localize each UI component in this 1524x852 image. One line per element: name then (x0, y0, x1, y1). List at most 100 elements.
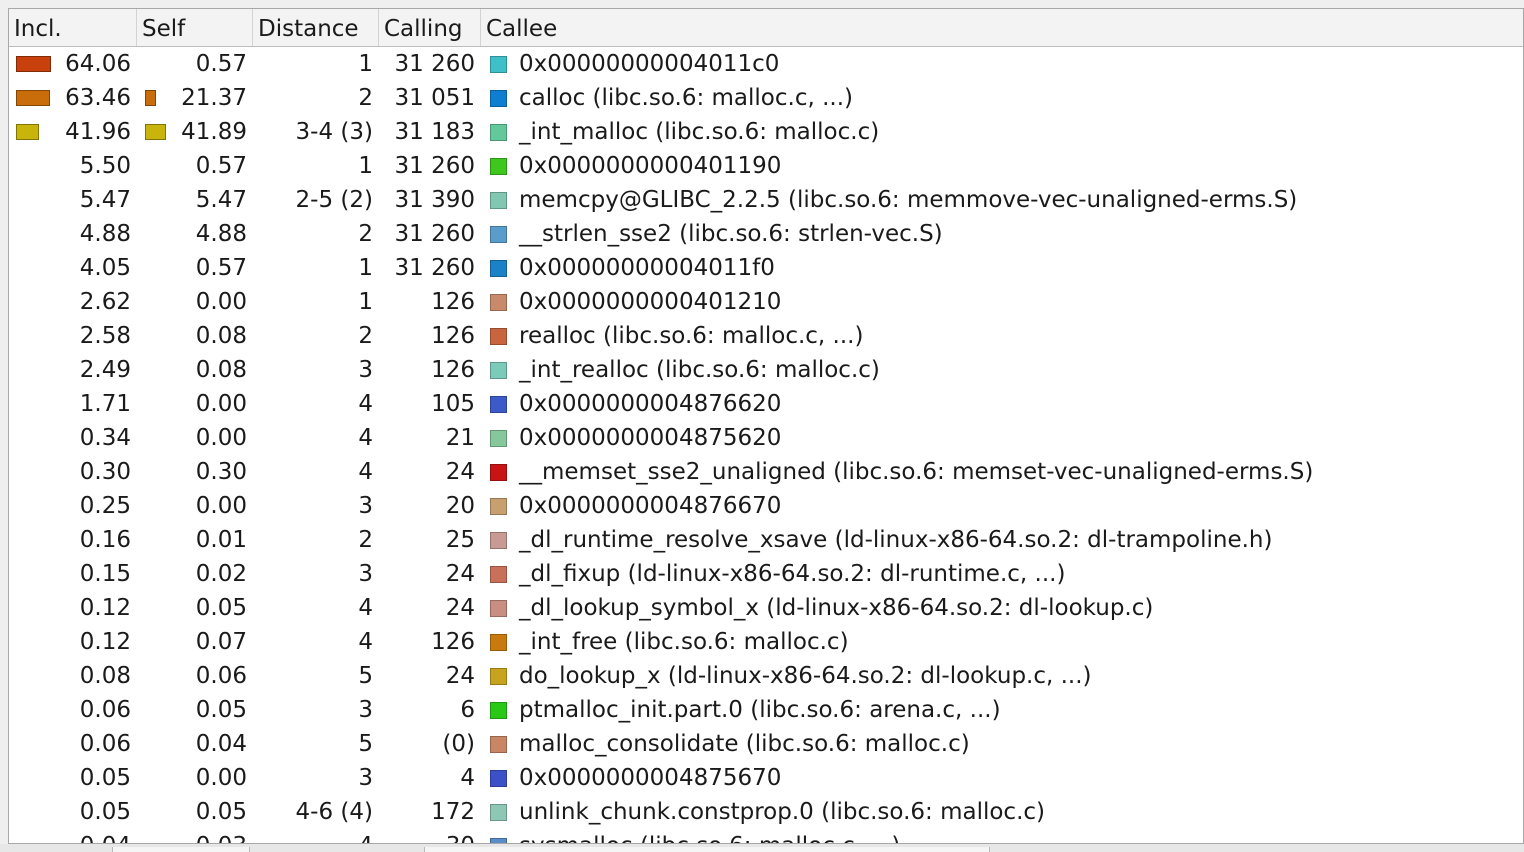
incl-value: 0.30 (79, 459, 131, 485)
function-color-icon (490, 260, 507, 277)
distance-cell: 2 (253, 81, 379, 115)
incl-value: 5.50 (79, 153, 131, 179)
table-row[interactable]: 5.47 5.47 2-5 (2) 31 390 memcpy@GLIBC_2.2.5 … (9, 183, 1523, 217)
incl-value: 2.49 (79, 357, 131, 383)
callee-cell: _dl_runtime_resolve_xsave (ld-linux-x86-… (481, 523, 1523, 557)
tab-edge[interactable] (112, 847, 250, 852)
table-row[interactable]: 0.15 0.02 3 24 _dl_fixup (ld-linux-x86-64.so… (9, 557, 1523, 591)
calling-cell: 21 (379, 421, 481, 455)
table-row[interactable]: 0.30 0.30 4 24 __memset_sse2_unaligned (libc… (9, 455, 1523, 489)
calling-value: 31 051 (394, 85, 475, 111)
distance-value: 4 (358, 425, 373, 451)
distance-cell: 4 (253, 625, 379, 659)
calling-cell: (0) (379, 727, 481, 761)
calling-cell: 126 (379, 353, 481, 387)
self-cell: 0.00 (137, 421, 253, 455)
function-color-icon (490, 328, 507, 345)
distance-value: 5 (358, 731, 373, 757)
self-cell: 0.02 (137, 557, 253, 591)
column-header-calling[interactable]: Calling (379, 9, 481, 46)
callee-cell: calloc (libc.so.6: malloc.c, ...) (481, 81, 1523, 115)
column-header-incl[interactable]: Incl. (9, 9, 137, 46)
tab-edge[interactable] (424, 847, 990, 852)
calling-value: 105 (431, 391, 475, 417)
table-row[interactable]: 5.50 0.57 1 31 260 0x0000000000401190 (9, 149, 1523, 183)
table-row[interactable]: 64.06 0.57 1 31 260 0x00000000004011c0 (9, 47, 1523, 81)
table-row[interactable]: 0.08 0.06 5 24 do_lookup_x (ld-linux-x86-64.… (9, 659, 1523, 693)
table-row[interactable]: 0.12 0.05 4 24 _dl_lookup_symbol_x (ld-linux… (9, 591, 1523, 625)
calling-value: 30 (446, 829, 475, 843)
distance-cell: 4 (253, 455, 379, 489)
table-row[interactable]: 41.96 41.89 3-4 (3) 31 183 _int_malloc (libc… (9, 115, 1523, 149)
callee-name: 0x00000000004011c0 (519, 51, 780, 77)
incl-value: 63.46 (65, 85, 131, 111)
self-cell: 0.00 (137, 489, 253, 523)
table-row[interactable]: 2.62 0.00 1 126 0x0000000000401210 (9, 285, 1523, 319)
callee-name: memcpy@GLIBC_2.2.5 (libc.so.6: memmove-v… (519, 187, 1298, 213)
function-color-icon (490, 770, 507, 787)
calling-cell: 31 260 (379, 149, 481, 183)
self-value: 0.57 (195, 51, 247, 77)
table-row[interactable]: 4.05 0.57 1 31 260 0x00000000004011f0 (9, 251, 1523, 285)
incl-cost-bar (16, 90, 50, 106)
table-row[interactable]: 0.06 0.05 3 6 ptmalloc_init.part.0 (libc.so.… (9, 693, 1523, 727)
self-value: 0.08 (195, 323, 247, 349)
callee-name: do_lookup_x (ld-linux-x86-64.so.2: dl-lo… (519, 663, 1092, 689)
column-header-callee[interactable]: Callee (481, 9, 1523, 46)
table-row[interactable]: 63.46 21.37 2 31 051 calloc (libc.so.6: mall… (9, 81, 1523, 115)
distance-value: 3 (358, 561, 373, 587)
table-row[interactable]: 0.05 0.05 4-6 (4) 172 unlink_chunk.constprop… (9, 795, 1523, 829)
function-color-icon (490, 838, 507, 843)
callee-name: calloc (libc.so.6: malloc.c, ...) (519, 85, 853, 111)
column-header-self[interactable]: Self (137, 9, 253, 46)
incl-cost-bar (16, 56, 51, 72)
table-row[interactable]: 2.58 0.08 2 126 realloc (libc.so.6: malloc.c… (9, 319, 1523, 353)
table-row[interactable]: 1.71 0.00 4 105 0x0000000004876620 (9, 387, 1523, 421)
incl-value: 1.71 (79, 391, 131, 417)
callee-name: ptmalloc_init.part.0 (libc.so.6: arena.c… (519, 697, 1001, 723)
self-value: 0.06 (195, 663, 247, 689)
calling-cell: 31 390 (379, 183, 481, 217)
callee-cell: malloc_consolidate (libc.so.6: malloc.c) (481, 727, 1523, 761)
calling-cell: 126 (379, 319, 481, 353)
table-row[interactable]: 0.06 0.04 5 (0) malloc_consolidate (libc.so.… (9, 727, 1523, 761)
table-row[interactable]: 0.16 0.01 2 25 _dl_runtime_resolve_xsave (ld… (9, 523, 1523, 557)
calling-value: 126 (431, 357, 475, 383)
callee-cell: 0x0000000004875620 (481, 421, 1523, 455)
calling-cell: 105 (379, 387, 481, 421)
callee-name: realloc (libc.so.6: malloc.c, ...) (519, 323, 864, 349)
callee-cell: realloc (libc.so.6: malloc.c, ...) (481, 319, 1523, 353)
function-color-icon (490, 498, 507, 515)
table-row[interactable]: 0.04 0.03 4 30 sysmalloc (libc.so.6: malloc.… (9, 829, 1523, 843)
incl-value: 0.06 (79, 697, 131, 723)
incl-value: 0.08 (79, 663, 131, 689)
self-value: 0.01 (195, 527, 247, 553)
calling-cell: 31 051 (379, 81, 481, 115)
callee-name: 0x0000000000401210 (519, 289, 782, 315)
incl-value: 0.16 (79, 527, 131, 553)
incl-value: 5.47 (79, 187, 131, 213)
self-cell: 0.00 (137, 761, 253, 795)
column-header-distance[interactable]: Distance (253, 9, 379, 46)
self-value: 21.37 (181, 85, 247, 111)
distance-value: 3 (358, 697, 373, 723)
calling-cell: 31 260 (379, 47, 481, 81)
callee-cell: unlink_chunk.constprop.0 (libc.so.6: mal… (481, 795, 1523, 829)
table-row[interactable]: 0.25 0.00 3 20 0x0000000004876670 (9, 489, 1523, 523)
calling-cell: 24 (379, 455, 481, 489)
self-cell: 0.05 (137, 591, 253, 625)
calling-value: 20 (445, 493, 475, 519)
calling-value: (0) (442, 731, 475, 757)
callee-cell: _int_realloc (libc.so.6: malloc.c) (481, 353, 1523, 387)
self-cell: 5.47 (137, 183, 253, 217)
self-cell: 0.57 (137, 149, 253, 183)
distance-cell: 5 (253, 727, 379, 761)
table-row[interactable]: 0.34 0.00 4 21 0x0000000004875620 (9, 421, 1523, 455)
table-row[interactable]: 4.88 4.88 2 31 260 __strlen_sse2 (libc.so.6:… (9, 217, 1523, 251)
function-color-icon (490, 56, 507, 73)
callee-list-view[interactable]: Incl. Self Distance Calling Callee 64.06… (8, 8, 1524, 844)
table-row[interactable]: 0.05 0.00 3 4 0x0000000004875670 (9, 761, 1523, 795)
table-row[interactable]: 2.49 0.08 3 126 _int_realloc (libc.so.6: mal… (9, 353, 1523, 387)
table-row[interactable]: 0.12 0.07 4 126 _int_free (libc.so.6: malloc… (9, 625, 1523, 659)
incl-value: 2.58 (79, 323, 131, 349)
